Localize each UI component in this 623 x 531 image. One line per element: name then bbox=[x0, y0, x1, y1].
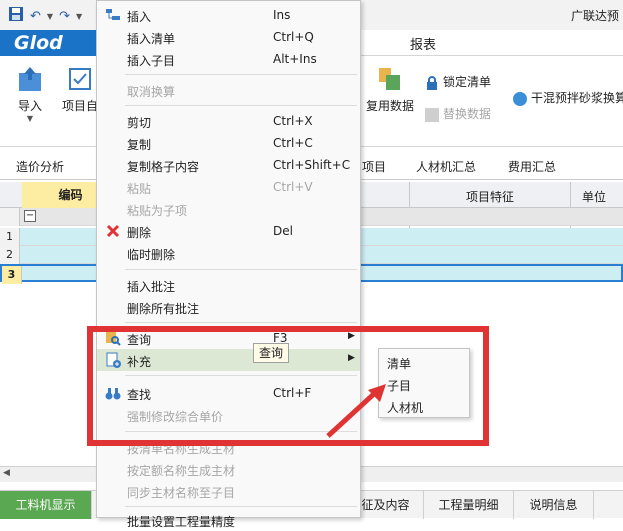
menu-separator bbox=[125, 105, 357, 106]
menu-item-shortcut: Ctrl+Q bbox=[273, 30, 314, 44]
chevron-down-icon: ▼ bbox=[26, 114, 34, 123]
menu-separator bbox=[125, 322, 357, 323]
reuse-data-icon bbox=[379, 68, 400, 90]
mortar-icon bbox=[513, 91, 527, 106]
menu-item-label: 取消换算 bbox=[127, 85, 176, 99]
menu-item-delete[interactable]: 删除 Del bbox=[97, 220, 360, 242]
menu-item-label: 插入 bbox=[127, 10, 152, 24]
menu-item-batch-set[interactable]: 批量设置工程量精度 bbox=[97, 509, 360, 531]
row-number: 1 bbox=[0, 228, 20, 246]
menu-item-label: 临时删除 bbox=[127, 248, 176, 262]
project-label: 项目自 bbox=[61, 99, 98, 113]
collapse-toggle[interactable]: − bbox=[24, 210, 36, 222]
tab-labor-material-summary[interactable]: 人材机汇总 bbox=[416, 158, 476, 175]
redo-icon[interactable]: ↷ bbox=[59, 9, 70, 24]
undo-icon[interactable]: ↶ bbox=[30, 9, 41, 24]
menu-item-shortcut: Ctrl+X bbox=[273, 114, 313, 128]
menu-item-label: 批量设置工程量精度 bbox=[127, 515, 236, 529]
annotation-box bbox=[87, 326, 489, 446]
menu-item-insert[interactable]: 插入 Ins bbox=[97, 4, 360, 26]
menu-item-shortcut: Alt+Ins bbox=[273, 52, 317, 66]
menu-separator bbox=[125, 269, 357, 270]
scroll-left-icon[interactable]: ◀ bbox=[3, 468, 10, 478]
lock-list-button[interactable]: 锁定清单 bbox=[424, 73, 491, 91]
menu-item-shortcut: Ctrl+Shift+C bbox=[273, 158, 351, 172]
reuse-data-button[interactable]: 复用数据 bbox=[364, 65, 416, 114]
menu-item-temp-delete[interactable]: 临时删除 bbox=[97, 242, 360, 264]
save-icon[interactable] bbox=[8, 6, 24, 26]
menu-item-label: 粘贴 bbox=[127, 182, 152, 196]
logo: Glod bbox=[0, 30, 100, 56]
import-icon bbox=[19, 67, 41, 91]
tab-cost-analysis[interactable]: 造价分析 bbox=[16, 158, 64, 175]
import-button[interactable]: 导入 ▼ bbox=[10, 65, 50, 123]
menu-item-label: 按定额名称生成主材 bbox=[127, 464, 236, 478]
menu-item-label: 同步主材名称至子目 bbox=[127, 486, 236, 500]
menu-item-insert-note[interactable]: 插入批注 bbox=[97, 274, 360, 296]
delete-x-icon bbox=[106, 224, 120, 238]
menu-item-label: 删除 bbox=[127, 226, 152, 240]
menu-item-copy[interactable]: 复制 Ctrl+C bbox=[97, 132, 360, 154]
app-title: 广联达预 bbox=[570, 9, 619, 23]
menu-item-label: 剪切 bbox=[127, 116, 152, 130]
column-header-feature[interactable]: 项目特征 bbox=[466, 188, 514, 205]
menu-item-label: 复制 bbox=[127, 138, 152, 152]
menu-item-label: 插入子目 bbox=[127, 54, 176, 68]
quick-access-toolbar: ↶ ▼ ↷ ▼ bbox=[8, 6, 82, 26]
annotation-arrow-icon bbox=[326, 384, 386, 438]
lock-icon bbox=[427, 75, 437, 90]
column-header-unit[interactable]: 单位 bbox=[582, 188, 606, 205]
dry-mortar-label: 干混预拌砂浆换算 bbox=[531, 91, 623, 105]
replace-data-label: 替换数据 bbox=[443, 107, 492, 121]
menu-item-label: 插入清单 bbox=[127, 32, 176, 46]
menu-item-paste-child[interactable]: 粘贴为子项 bbox=[97, 198, 360, 220]
menu-item-cancel-swap[interactable]: 取消换算 bbox=[97, 79, 360, 101]
dropdown-arrow-icon[interactable]: ▼ bbox=[47, 12, 53, 21]
tab-project[interactable]: 项目 bbox=[362, 158, 386, 175]
menu-separator bbox=[125, 506, 357, 507]
row-header bbox=[0, 208, 20, 226]
row-number: 2 bbox=[0, 246, 20, 264]
menu-item-shortcut: Del bbox=[273, 224, 293, 238]
menu-separator bbox=[125, 74, 357, 75]
lock-list-label: 锁定清单 bbox=[443, 75, 492, 89]
menu-item-copy-cell[interactable]: 复制格子内容 Ctrl+Shift+C bbox=[97, 154, 360, 176]
tab-description[interactable]: 说明信息 bbox=[514, 491, 594, 519]
menu-item-delete-notes[interactable]: 删除所有批注 bbox=[97, 296, 360, 318]
tab-report[interactable]: 报表 bbox=[410, 34, 436, 53]
reuse-data-label: 复用数据 bbox=[365, 99, 414, 113]
tab-labor-display[interactable]: 工料机显示 bbox=[0, 491, 92, 519]
menu-item-paste[interactable]: 粘贴 Ctrl+V bbox=[97, 176, 360, 198]
menu-item-cut[interactable]: 剪切 Ctrl+X bbox=[97, 110, 360, 132]
dry-mortar-button[interactable]: 干混预拌砂浆换算 bbox=[512, 89, 623, 107]
row-number: 3 bbox=[2, 266, 22, 284]
replace-icon bbox=[425, 107, 439, 122]
menu-item-insert-child[interactable]: 插入子目 Alt+Ins bbox=[97, 48, 360, 70]
project-button[interactable]: 项目自 bbox=[60, 65, 100, 114]
menu-item-shortcut: Ctrl+V bbox=[273, 180, 313, 194]
tab-quantity-detail[interactable]: 工程量明细 bbox=[424, 491, 514, 519]
menu-item-shortcut: Ctrl+C bbox=[273, 136, 313, 150]
menu-item-label: 删除所有批注 bbox=[127, 302, 200, 316]
menu-item-label: 复制格子内容 bbox=[127, 160, 200, 174]
tab-fee-summary[interactable]: 费用汇总 bbox=[508, 158, 556, 175]
dropdown-arrow-icon[interactable]: ▼ bbox=[76, 12, 82, 21]
insert-icon bbox=[106, 9, 120, 20]
replace-data-button[interactable]: 替换数据 bbox=[424, 105, 491, 123]
project-icon bbox=[69, 68, 91, 90]
menu-item-shortcut: Ins bbox=[273, 8, 291, 22]
menu-item-sync-main-name[interactable]: 同步主材名称至子目 bbox=[97, 480, 360, 502]
menu-item-label: 插入批注 bbox=[127, 280, 176, 294]
import-label: 导入 bbox=[17, 99, 42, 113]
menu-item-label: 粘贴为子项 bbox=[127, 204, 188, 218]
menu-item-gen-main-by-quota[interactable]: 按定额名称生成主材 bbox=[97, 458, 360, 480]
menu-item-insert-list[interactable]: 插入清单 Ctrl+Q bbox=[97, 26, 360, 48]
